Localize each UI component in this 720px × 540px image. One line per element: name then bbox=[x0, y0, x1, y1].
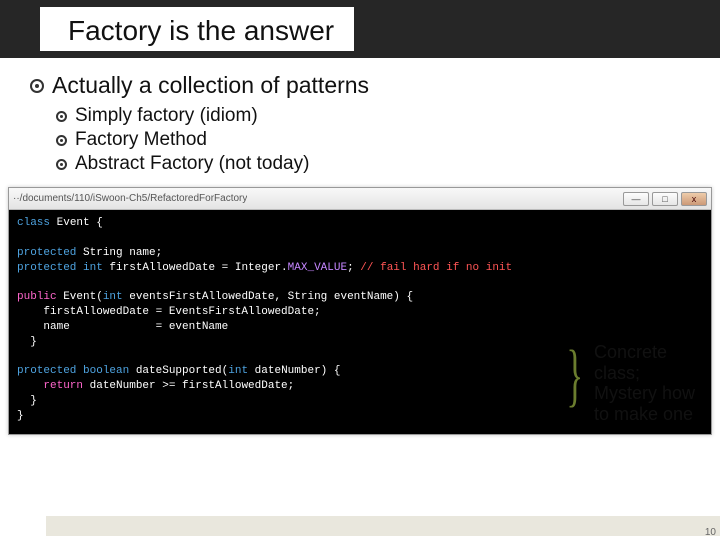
bullet-icon bbox=[30, 79, 44, 93]
bullet-sub: Factory Method bbox=[56, 129, 690, 151]
code-token: Event( bbox=[57, 291, 103, 303]
code-token: MAX_VALUE bbox=[288, 262, 347, 274]
window-titlebar: ··/documents/110/iSwoon-Ch5/RefactoredFo… bbox=[9, 188, 711, 210]
title-bar: Factory is the answer bbox=[0, 0, 720, 58]
content-area: Actually a collection of patterns Simply… bbox=[0, 58, 720, 183]
code-token: dateNumber) { bbox=[248, 365, 340, 377]
bullet-sub-text: Abstract Factory (not today) bbox=[75, 153, 309, 175]
window-buttons: — □ x bbox=[623, 192, 707, 206]
code-token: ; bbox=[347, 262, 354, 274]
window-path: ··/documents/110/iSwoon-Ch5/RefactoredFo… bbox=[13, 193, 247, 204]
annotation-brace-icon: } bbox=[567, 336, 584, 416]
code-token: dateNumber >= firstAllowedDate; bbox=[83, 380, 294, 392]
code-token: protected bbox=[17, 247, 76, 259]
code-token: Event { bbox=[50, 217, 103, 229]
code-token: dateSupported( bbox=[129, 365, 228, 377]
bullet-icon bbox=[56, 111, 67, 122]
maximize-button[interactable]: □ bbox=[652, 192, 678, 206]
close-button[interactable]: x bbox=[681, 192, 707, 206]
code-token: int bbox=[103, 291, 123, 303]
code-token: return bbox=[17, 380, 83, 392]
bullet-sub-text: Factory Method bbox=[75, 129, 207, 151]
minimize-button[interactable]: — bbox=[623, 192, 649, 206]
code-token: public bbox=[17, 291, 57, 303]
code-token: eventsFirstAllowedDate, String eventName… bbox=[123, 291, 413, 303]
bullet-sub: Abstract Factory (not today) bbox=[56, 153, 690, 175]
bullet-icon bbox=[56, 135, 67, 146]
annotation-text: Concrete class; Mystery how to make one bbox=[594, 342, 702, 425]
footer-strip bbox=[46, 516, 720, 536]
bullet-main-text: Actually a collection of patterns bbox=[52, 72, 369, 99]
code-line: name = eventName bbox=[17, 321, 228, 333]
title-box: Factory is the answer bbox=[40, 7, 354, 51]
bullet-icon bbox=[56, 159, 67, 170]
bullet-sub-text: Simply factory (idiom) bbox=[75, 105, 258, 127]
code-line: } bbox=[17, 336, 37, 348]
code-line: } bbox=[17, 410, 24, 422]
code-token: firstAllowedDate = Integer. bbox=[103, 262, 288, 274]
slide-title: Factory is the answer bbox=[68, 15, 334, 46]
code-line: } bbox=[17, 395, 37, 407]
code-line: firstAllowedDate = EventsFirstAllowedDat… bbox=[17, 306, 321, 318]
bullet-main: Actually a collection of patterns bbox=[30, 72, 690, 99]
code-token: class bbox=[17, 217, 50, 229]
code-token: protected boolean bbox=[17, 365, 129, 377]
code-token: int bbox=[228, 365, 248, 377]
code-comment: // fail hard if no init bbox=[354, 262, 512, 274]
code-token: protected int bbox=[17, 262, 103, 274]
bullet-sub: Simply factory (idiom) bbox=[56, 105, 690, 127]
page-number: 10 bbox=[705, 527, 716, 538]
code-token: String name; bbox=[76, 247, 162, 259]
